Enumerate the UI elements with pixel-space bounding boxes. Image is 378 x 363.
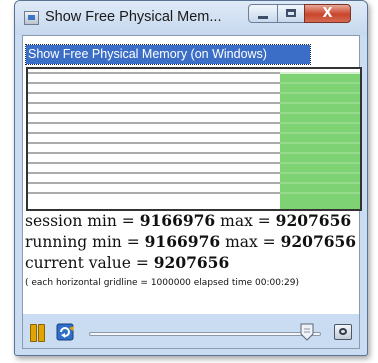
running-min: 9166976 — [144, 232, 221, 251]
slider-thumb-icon[interactable] — [300, 323, 314, 341]
gridline-note: ( each horizontal gridline = 1000000 ela… — [25, 278, 299, 288]
chart-fill-area — [280, 74, 360, 209]
running-prefix: running min = — [25, 233, 145, 251]
title-bar[interactable]: Show Free Physical Mem... X — [15, 1, 367, 35]
control-bar — [23, 314, 359, 348]
snapshot-button[interactable] — [334, 324, 352, 340]
memory-chart — [26, 67, 362, 211]
close-icon: X — [322, 6, 333, 21]
running-mid: max = — [220, 233, 281, 251]
current-prefix: current value = — [25, 254, 154, 272]
session-mid: max = — [215, 212, 276, 230]
app-window: Show Free Physical Mem... X Show Free Ph… — [14, 0, 368, 356]
maximize-icon — [286, 9, 296, 17]
minimize-icon — [258, 16, 268, 19]
close-button[interactable]: X — [304, 4, 351, 23]
maximize-button[interactable] — [277, 4, 305, 23]
snapshot-icon — [339, 328, 347, 335]
window-title: Show Free Physical Mem... — [45, 9, 222, 25]
pause-button[interactable] — [29, 324, 45, 342]
running-line: running min = 9166976 max = 9207656 — [25, 231, 359, 252]
session-prefix: session min = — [25, 212, 140, 230]
speed-slider[interactable] — [89, 332, 321, 336]
session-line: session min = 9166976 max = 9207656 — [25, 210, 359, 231]
pause-icon — [38, 324, 45, 342]
current-line: current value = 9207656 — [25, 252, 359, 273]
app-icon[interactable] — [24, 11, 39, 25]
pause-icon — [30, 324, 37, 342]
stats-panel: session min = 9166976 max = 9207656 runn… — [25, 210, 359, 288]
client-area: Show Free Physical Memory (on Windows) s… — [22, 35, 362, 349]
session-max: 9207656 — [275, 211, 352, 230]
minimize-button[interactable] — [248, 4, 278, 23]
session-min: 9166976 — [139, 211, 216, 230]
memory-chart-svg — [28, 72, 360, 209]
header-label: Show Free Physical Memory (on Windows) — [25, 44, 311, 65]
refresh-button[interactable] — [56, 322, 78, 342]
refresh-icon — [56, 323, 74, 341]
running-max: 9207656 — [280, 232, 357, 251]
current-value: 9207656 — [153, 253, 230, 272]
